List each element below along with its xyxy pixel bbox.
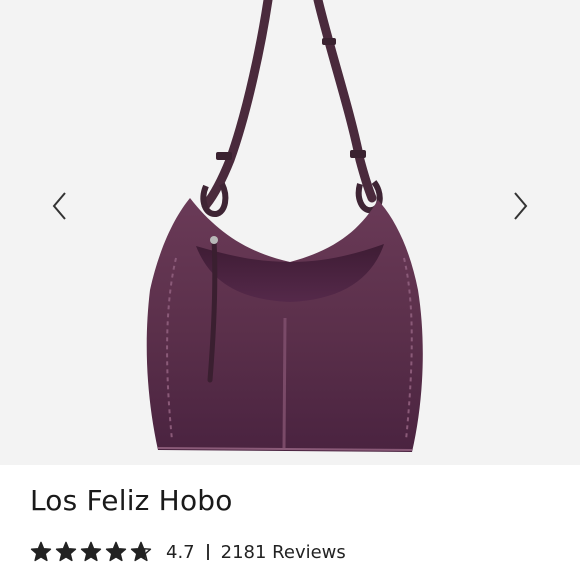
star-full-icon bbox=[105, 541, 127, 562]
product-title: Los Feliz Hobo bbox=[30, 484, 233, 517]
chevron-left-icon bbox=[52, 192, 66, 220]
star-rating bbox=[30, 541, 152, 563]
chevron-right-icon bbox=[514, 192, 528, 220]
product-image bbox=[146, 0, 423, 452]
rating-value: 4.7 bbox=[166, 541, 195, 563]
star-full-icon bbox=[80, 541, 102, 562]
rating-row[interactable]: 4.7 2181 Reviews bbox=[30, 538, 346, 566]
previous-image-button[interactable] bbox=[42, 186, 78, 226]
product-image-gallery[interactable] bbox=[0, 0, 580, 465]
next-image-button[interactable] bbox=[502, 186, 538, 226]
star-full-icon bbox=[55, 541, 77, 562]
star-full-icon bbox=[30, 541, 52, 562]
reviews-count-link[interactable]: 2181 Reviews bbox=[221, 542, 346, 563]
rating-divider bbox=[206, 544, 209, 560]
star-half-icon bbox=[130, 541, 152, 562]
